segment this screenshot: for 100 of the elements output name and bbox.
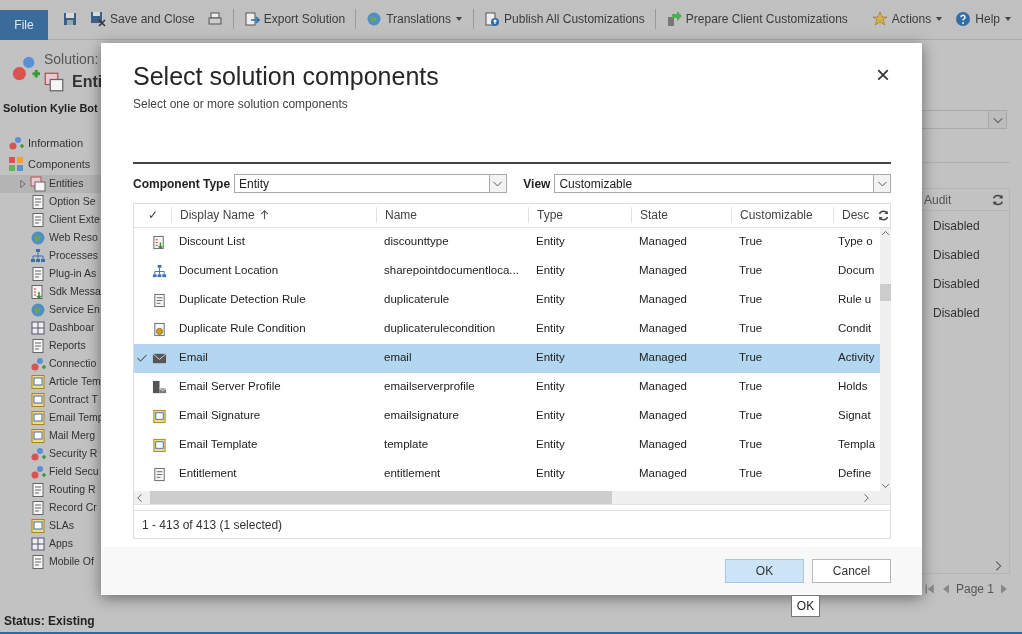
table-cell-text: Managed [638, 379, 688, 395]
table-cell-text: Condit [837, 321, 873, 337]
publish-icon [484, 11, 501, 27]
component-type-dropdown[interactable]: Entity [234, 174, 507, 193]
refresh-icon [991, 192, 1005, 207]
table-cell-text: Managed [638, 292, 688, 308]
column-header[interactable]: Display Name [171, 207, 376, 224]
record-count: 1 - 413 of 413 (1 selected) [142, 516, 283, 534]
globe-icon [366, 11, 383, 27]
save-close-button[interactable]: Save and Close [84, 7, 201, 31]
prepare-button[interactable]: Prepare Client Customizations [659, 7, 854, 31]
translate-button[interactable]: Translations [360, 7, 470, 31]
blocks-icon [8, 156, 24, 172]
actions-button[interactable]: Actions [865, 7, 950, 31]
close-button[interactable]: × [872, 63, 894, 87]
stacked-forms-icon [30, 175, 46, 192]
document-icon [30, 193, 46, 210]
table-cell-text: Managed [638, 408, 688, 424]
page-number: Page 1 [955, 581, 994, 598]
molecule-icon [30, 445, 46, 462]
view-dropdown[interactable]: Customizable [554, 174, 891, 193]
table-cell-text: Entity [535, 437, 566, 453]
column-header[interactable]: Customizable [731, 207, 833, 224]
table-cell-text: Docum [837, 263, 876, 279]
table-cell-text: Entity [535, 234, 566, 250]
table-cell-text: Entity [535, 350, 566, 366]
table-cell-text: duplicaterule [383, 292, 451, 308]
document-icon [30, 211, 46, 228]
table-cell-text: Disabled [933, 304, 981, 322]
export-button[interactable]: Export Solution [237, 7, 352, 31]
table-cell-text: Managed [638, 466, 688, 482]
table-cell-text: True [738, 292, 764, 308]
table-cell-text: entitlement [383, 466, 442, 482]
status-text: Status: Existing [4, 613, 95, 630]
page-title: Enti [72, 72, 103, 92]
checkmark-icon [136, 352, 148, 365]
horizontal-scrollbar[interactable] [134, 490, 890, 506]
table-cell-text: template [383, 437, 430, 453]
sidebar-item[interactable]: Information [0, 132, 192, 154]
grid-row[interactable]: Email email Entity Managed True Activity [134, 343, 880, 373]
molecule-icon [30, 355, 46, 372]
table-cell-text: Duplicate Rule Condition [178, 321, 307, 337]
table-cell-text: email [383, 350, 413, 366]
list-icon [152, 234, 167, 250]
table-cell-text: Managed [638, 350, 688, 366]
vertical-scrollbar[interactable] [880, 227, 891, 491]
refresh-icon [877, 208, 890, 222]
publish-button[interactable]: Publish All Customizations [478, 7, 651, 31]
hierarchy-icon [152, 263, 167, 279]
table-cell-text: True [738, 263, 764, 279]
help-button[interactable]: Help [949, 7, 1018, 31]
table-cell-text: Entity [535, 408, 566, 424]
file-tab[interactable]: File [0, 10, 48, 40]
solution-label: Solution: [44, 50, 100, 69]
save-icon [62, 11, 78, 27]
document-icon [152, 292, 167, 308]
table-cell-text: Type o [837, 234, 874, 250]
document-icon [30, 499, 46, 516]
tooltip: OK [791, 595, 820, 617]
sidebar-item[interactable]: Components [0, 153, 192, 175]
table-cell-text: Disabled [933, 275, 981, 293]
globe-icon [30, 229, 46, 246]
grid-row[interactable]: Email Template template Entity Managed True Templa [134, 430, 880, 460]
table-cell-text: True [738, 379, 764, 395]
envelope-icon [152, 350, 167, 366]
scroll-thumb[interactable] [150, 490, 612, 505]
sidebar-item[interactable]: Apps [0, 534, 192, 553]
table-cell-text: emailserverprofile [383, 379, 476, 395]
grid-row[interactable]: Duplicate Detection Rule duplicaterule Entity Managed True Rule u [134, 285, 880, 315]
molecule-icon [8, 135, 24, 151]
first-page-icon [923, 583, 936, 595]
expand-arrow-icon [19, 178, 27, 189]
sidebar-item[interactable]: Mobile Of [0, 552, 192, 571]
table-cell-text: Activity [837, 350, 876, 366]
export-icon [243, 11, 260, 27]
table-cell-text: sharepointdocumentloca... [383, 263, 520, 279]
document-icon [30, 553, 46, 570]
server-icon [152, 379, 167, 395]
cancel-button[interactable]: Cancel [812, 558, 891, 583]
column-header[interactable]: State [631, 207, 731, 224]
grid-row[interactable]: Duplicate Rule Condition duplicaterulecondition Entity Managed True Condit [134, 314, 880, 344]
table-cell-text: True [738, 466, 764, 482]
table-cell-text: Managed [638, 263, 688, 279]
hierarchy-icon [30, 247, 46, 264]
table-cell-text: Entity [535, 263, 566, 279]
table-cell-text: True [738, 408, 764, 424]
table-cell-text: Rule u [837, 292, 873, 308]
printer-icon [206, 11, 223, 27]
help-icon [955, 11, 972, 27]
scroll-thumb[interactable] [880, 283, 891, 301]
column-header[interactable]: Type [528, 207, 631, 224]
ok-button[interactable]: OK [725, 558, 804, 583]
star-icon [871, 11, 888, 27]
table-cell-text: Define [837, 466, 873, 482]
column-header[interactable]: Name [376, 207, 528, 224]
table-cell-text: Entity [535, 292, 566, 308]
sidebar-item[interactable]: Record Cr [0, 498, 192, 517]
table-cell-text: Holds [837, 379, 869, 395]
table-cell-text: Duplicate Detection Rule [178, 292, 307, 308]
column-header[interactable]: Desc [833, 207, 877, 224]
